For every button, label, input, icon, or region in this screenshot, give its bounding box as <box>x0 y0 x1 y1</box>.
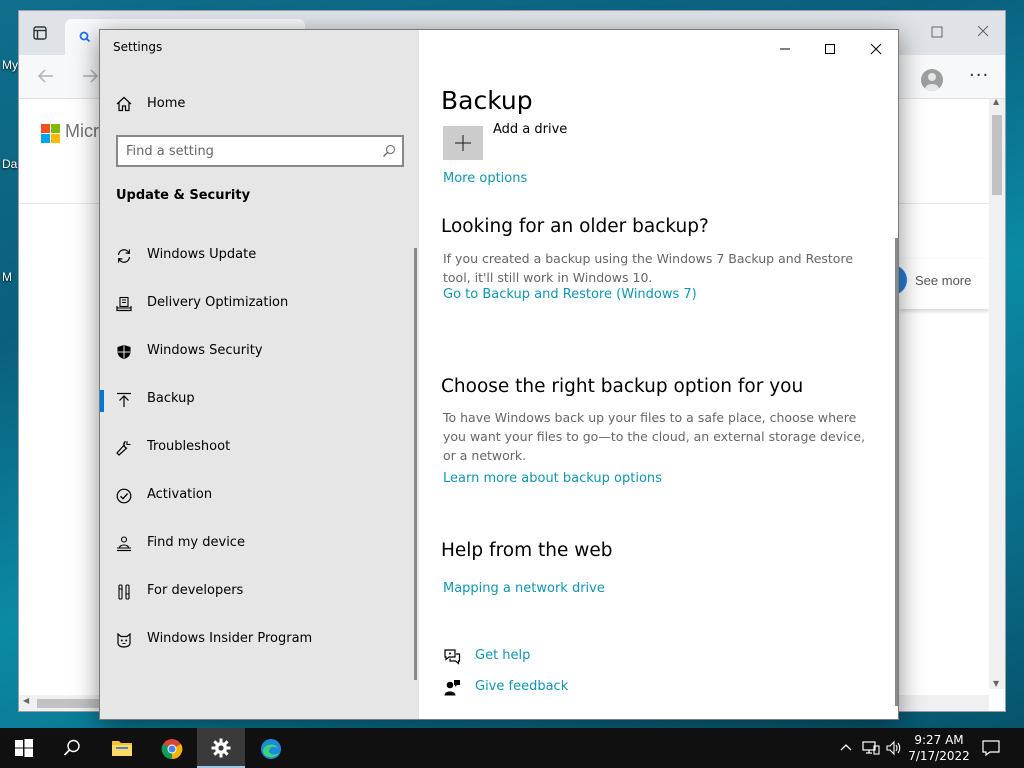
shield-icon <box>116 344 132 360</box>
nav-item-label: Windows Security <box>147 343 263 358</box>
scroll-thumb[interactable] <box>992 115 1002 195</box>
older-backup-heading: Looking for an older backup? <box>441 216 709 237</box>
desktop-icon-label[interactable]: My <box>2 58 18 72</box>
volume-icon[interactable] <box>886 740 902 756</box>
search-icon <box>79 31 91 43</box>
forward-arrow-icon[interactable] <box>81 69 99 83</box>
nav-scrollbar[interactable] <box>414 248 417 680</box>
gear-icon <box>211 738 231 758</box>
taskbar-settings[interactable] <box>197 728 245 768</box>
find-setting-search[interactable] <box>116 135 404 167</box>
minimize-icon[interactable] <box>775 39 795 59</box>
taskbar-clock[interactable]: 9:27 AM 7/17/2022 <box>904 732 974 764</box>
person-location-icon <box>116 536 132 552</box>
scroll-left-icon[interactable]: ◀ <box>23 696 29 705</box>
nav-item-backup[interactable]: Backup <box>100 380 412 420</box>
scroll-thumb[interactable] <box>37 699 101 708</box>
settings-content-pane: Backup Add a drive More options Looking … <box>419 30 898 719</box>
nav-item-activation[interactable]: Activation <box>100 476 412 516</box>
nav-item-label: For developers <box>147 583 244 598</box>
search-icon <box>63 739 80 756</box>
check-circle-icon <box>116 488 132 504</box>
tab-actions-icon[interactable] <box>33 26 47 40</box>
sync-icon <box>116 248 132 264</box>
nav-item-windows-security[interactable]: Windows Security <box>100 332 412 372</box>
taskbar-edge[interactable] <box>246 728 294 768</box>
mapping-network-drive-link[interactable]: Mapping a network drive <box>443 581 605 596</box>
close-icon[interactable] <box>866 39 886 59</box>
taskbar-chrome[interactable] <box>147 728 195 768</box>
taskbar: 9:27 AM 7/17/2022 <box>0 728 1024 768</box>
browser-maximize-icon[interactable] <box>931 26 943 38</box>
profile-avatar-icon[interactable] <box>921 69 943 91</box>
clock-date: 7/17/2022 <box>908 749 970 763</box>
edge-icon <box>261 739 281 759</box>
notification-icon[interactable] <box>982 740 1000 756</box>
windows-logo-icon <box>15 739 33 757</box>
nav-item-troubleshoot[interactable]: Troubleshoot <box>100 428 412 468</box>
desktop-icon-label[interactable]: Da <box>2 157 17 171</box>
nav-item-windows-update[interactable]: Windows Update <box>100 236 412 276</box>
settings-nav-pane: Settings Home Update & Security Windows … <box>100 30 419 719</box>
right-option-text: To have Windows back up your files to a … <box>443 410 866 463</box>
scroll-up-icon[interactable]: ▲ <box>993 97 999 106</box>
nav-item-label: Windows Update <box>147 247 257 262</box>
taskbar-file-explorer[interactable] <box>97 728 145 768</box>
learn-more-backup-link[interactable]: Learn more about backup options <box>443 471 662 486</box>
more-options-link[interactable]: More options <box>443 171 527 186</box>
plus-icon <box>455 135 471 151</box>
nav-home-label: Home <box>147 96 186 111</box>
window-title: Settings <box>113 40 163 54</box>
backup-restore-link[interactable]: Go to Backup and Restore (Windows 7) <box>443 287 697 302</box>
nav-item-label: Backup <box>147 391 195 406</box>
nav-item-label: Windows Insider Program <box>147 631 313 646</box>
nav-item-for-developers[interactable]: For developers <box>100 572 412 612</box>
older-backup-text: If you created a backup using the Window… <box>443 251 854 285</box>
insider-cat-icon <box>116 632 132 648</box>
backup-arrow-icon <box>116 392 132 408</box>
nav-item-label: Delivery Optimization <box>147 295 289 310</box>
nav-item-delivery-optimization[interactable]: Delivery Optimization <box>100 284 412 324</box>
see-more-link[interactable]: See more <box>915 273 971 288</box>
chevron-up-icon[interactable] <box>840 740 852 754</box>
scroll-down-icon[interactable]: ▼ <box>993 679 999 688</box>
settings-window: Settings Home Update & Security Windows … <box>99 29 899 720</box>
tools-icon <box>116 584 132 600</box>
give-feedback-link[interactable]: Give feedback <box>475 679 568 694</box>
nav-item-windows-insider-program[interactable]: Windows Insider Program <box>100 620 412 660</box>
network-icon[interactable] <box>862 740 880 756</box>
content-scrollbar[interactable] <box>895 238 898 706</box>
wrench-icon <box>116 440 132 456</box>
add-drive-button[interactable] <box>443 126 483 160</box>
taskbar-search-button[interactable] <box>48 728 96 768</box>
give-feedback-icon[interactable] <box>443 679 461 697</box>
nav-section-title: Update & Security <box>116 188 251 203</box>
maximize-icon[interactable] <box>820 39 840 59</box>
nav-item-find-my-device[interactable]: Find my device <box>100 524 412 564</box>
back-arrow-icon[interactable] <box>37 69 55 83</box>
get-help-icon[interactable] <box>443 648 461 666</box>
add-drive-label[interactable]: Add a drive <box>493 122 567 137</box>
clock-time: 9:27 AM <box>914 733 964 747</box>
more-options-icon[interactable]: ··· <box>969 65 989 86</box>
browser-close-icon[interactable] <box>977 25 989 37</box>
right-option-heading: Choose the right backup option for you <box>441 376 804 397</box>
search-input[interactable] <box>126 142 366 160</box>
start-button[interactable] <box>0 728 48 768</box>
selected-indicator <box>100 390 104 412</box>
delivery-icon <box>116 296 132 312</box>
nav-item-label: Find my device <box>147 535 245 550</box>
nav-item-label: Activation <box>147 487 213 502</box>
home-icon <box>116 96 132 112</box>
get-help-link[interactable]: Get help <box>475 648 530 663</box>
desktop-icon-label[interactable]: M <box>2 270 12 284</box>
nav-home[interactable]: Home <box>116 94 396 116</box>
folder-icon <box>112 741 132 756</box>
search-icon[interactable] <box>382 144 396 158</box>
page-title: Backup <box>441 86 533 115</box>
chrome-icon <box>161 739 183 760</box>
help-web-heading: Help from the web <box>441 540 613 561</box>
nav-item-label: Troubleshoot <box>147 439 231 454</box>
microsoft-logo-icon <box>41 124 61 144</box>
